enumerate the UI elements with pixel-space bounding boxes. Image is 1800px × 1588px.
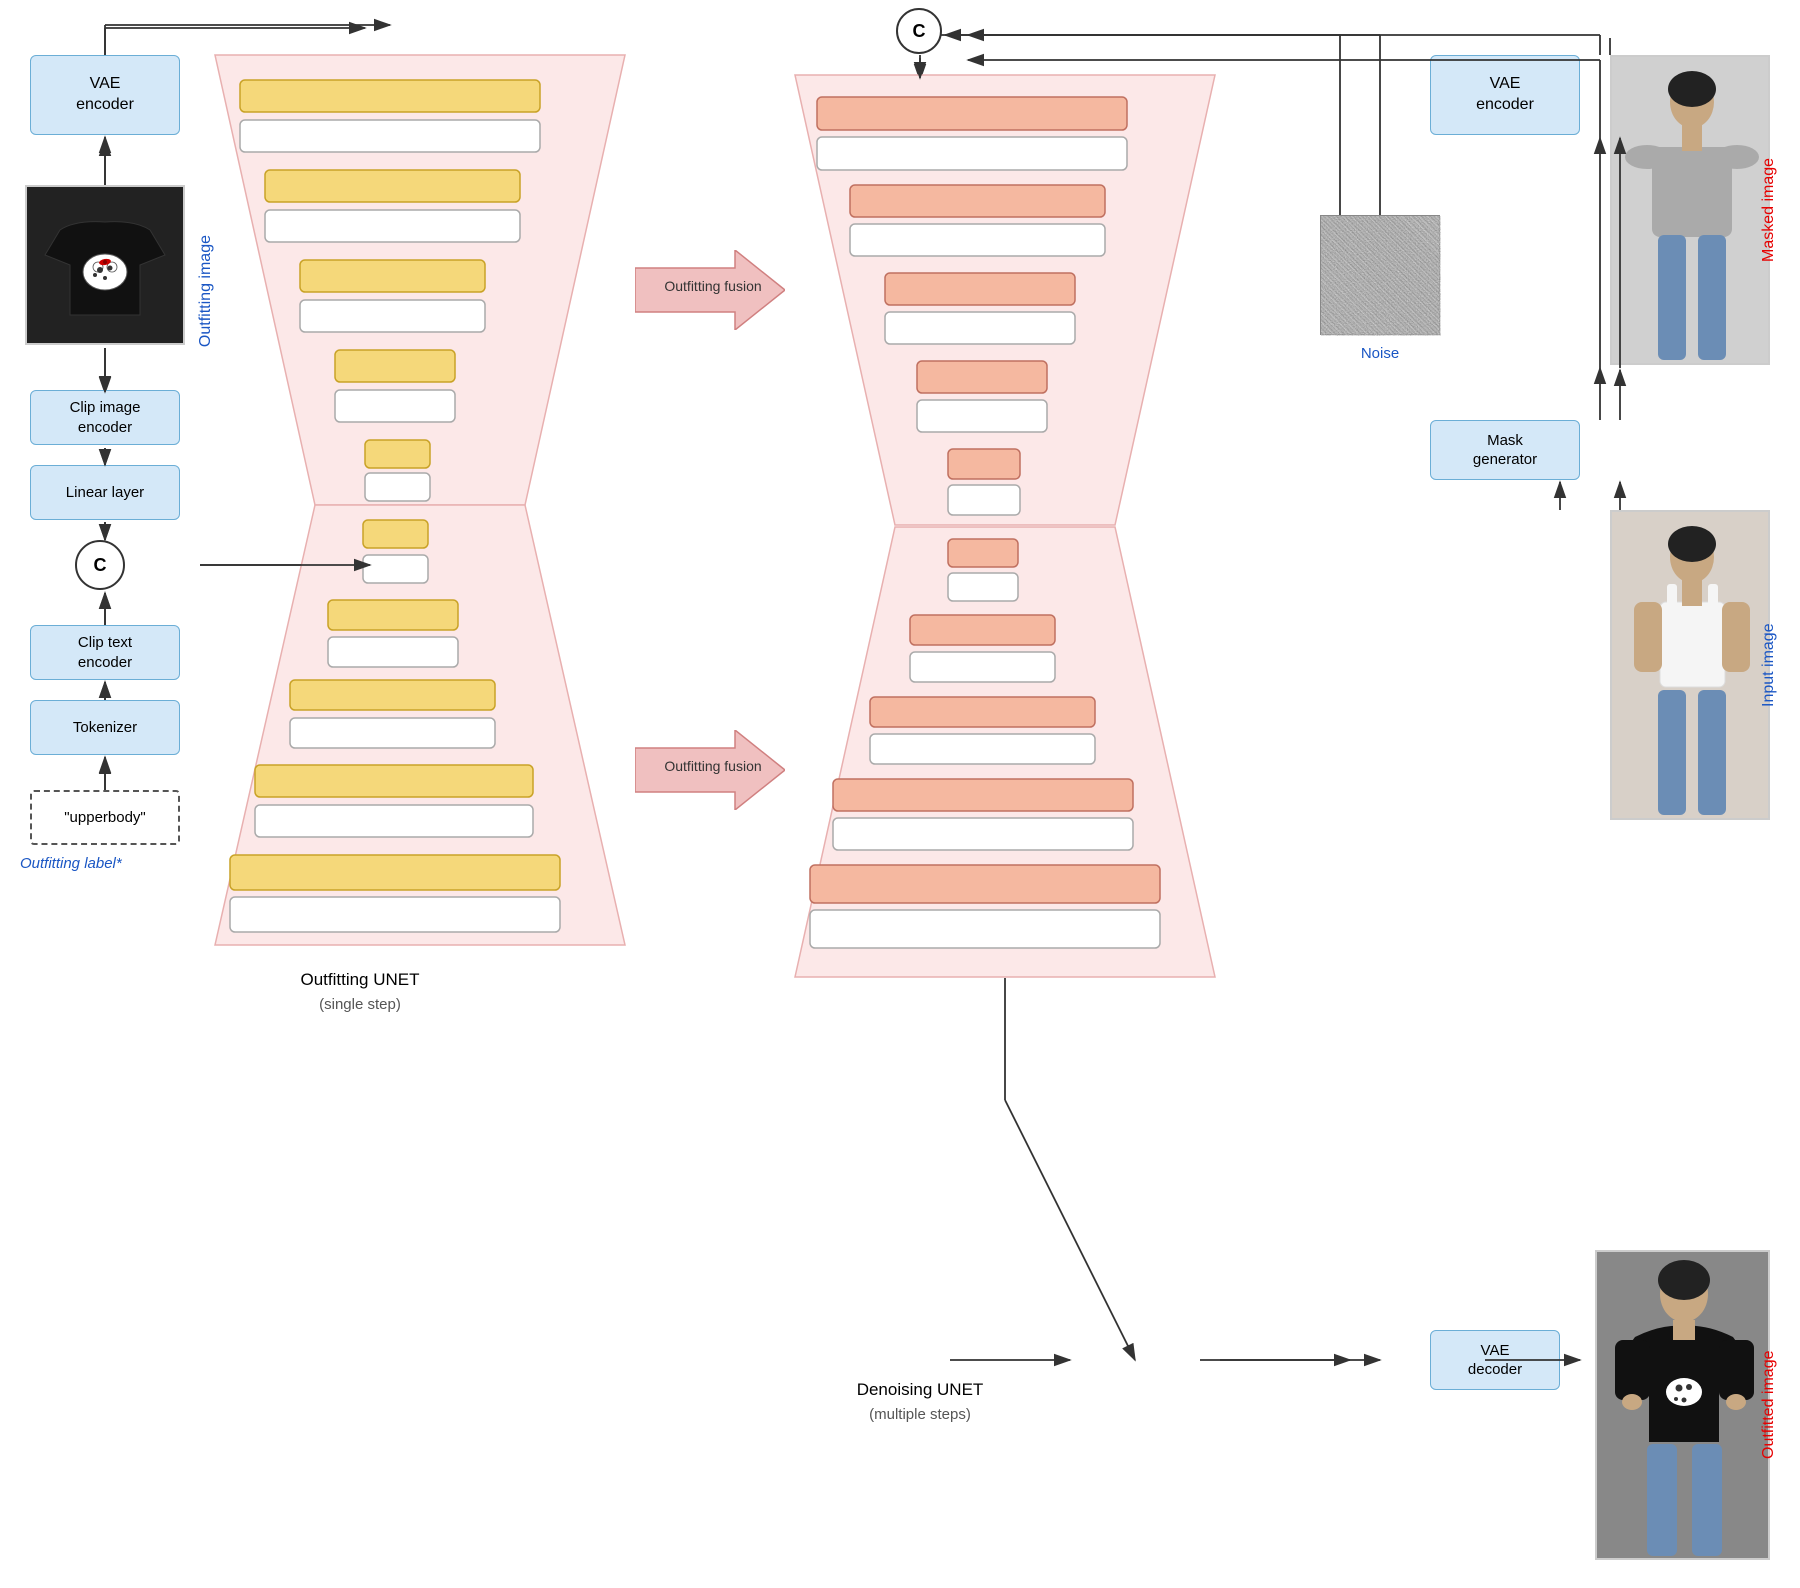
noise-label: Noise	[1320, 345, 1440, 362]
vae-encoder-left: VAE encoder	[30, 55, 180, 135]
input-image	[1610, 510, 1770, 820]
outfitting-fusion-bottom-label: Outfitting fusion	[648, 758, 778, 774]
clip-image-encoder: Clip image encoder	[30, 390, 180, 445]
clip-text-encoder: Clip text encoder	[30, 625, 180, 680]
linear-layer: Linear layer	[30, 465, 180, 520]
outfitting-image-label: Outfitting image	[197, 235, 215, 347]
concat-circle-left: C	[75, 540, 125, 590]
denoising-unet-sublabel: (multiple steps)	[820, 1406, 1020, 1423]
outfitting-unet-bottom	[215, 505, 625, 945]
mask-generator: Mask generator	[1430, 420, 1580, 480]
outfitting-label-asterisk: Outfitting label*	[20, 855, 122, 872]
outfitting-unet-top	[215, 55, 625, 505]
concat-circle-top: C	[896, 8, 942, 54]
tokenizer: Tokenizer	[30, 700, 180, 755]
masked-image	[1610, 55, 1770, 365]
noise-image	[1320, 215, 1440, 335]
vae-encoder-right: VAE encoder	[1430, 55, 1580, 135]
denoising-unet-bottom	[795, 527, 1215, 977]
outfitting-label-box: "upperbody"	[30, 790, 180, 845]
outfitting-fusion-top-label: Outfitting fusion	[648, 278, 778, 294]
outfitted-image-label: Outfitted image	[1760, 1250, 1778, 1560]
outfitted-image	[1595, 1250, 1770, 1560]
outfitting-unet-sublabel: (single step)	[260, 996, 460, 1013]
outfitting-image	[25, 185, 185, 345]
input-image-label: Input image	[1760, 510, 1778, 820]
masked-image-label: Masked image	[1760, 55, 1778, 365]
outfitting-unet-label: Outfitting UNET	[260, 970, 460, 990]
denoising-unet-label: Denoising UNET	[820, 1380, 1020, 1400]
vae-decoder: VAE decoder	[1430, 1330, 1560, 1390]
denoising-unet-top	[795, 75, 1215, 525]
